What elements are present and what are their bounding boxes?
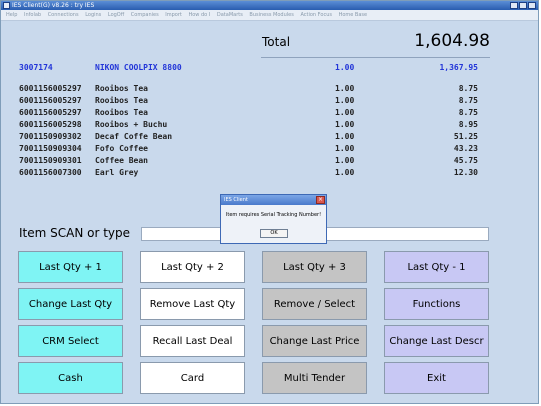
line-qty: 1.00: [335, 84, 355, 93]
line-amount: 1,367.95: [439, 63, 478, 72]
line-description: Rooibos Tea: [95, 84, 148, 93]
line-description: Coffee Bean: [95, 156, 148, 165]
line-description: NIKON COOLPIX 8800: [95, 63, 182, 72]
close-window-button[interactable]: [528, 2, 536, 9]
change-last-qty-button[interactable]: Change Last Qty: [18, 288, 123, 320]
minimize-button[interactable]: [510, 2, 518, 9]
line-qty: 1.00: [335, 120, 355, 129]
line-code: 7001150909302: [19, 132, 82, 141]
menu-item[interactable]: Connections: [48, 12, 79, 18]
line-code: 6001156005297: [19, 96, 82, 105]
menu-item[interactable]: Action Focus: [300, 12, 332, 18]
receipt-line[interactable]: 7001150909304 Fofo Coffee 1.00 43.23: [13, 144, 490, 155]
dialog-message: Item requires Serial Tracking Number!: [225, 212, 322, 218]
line-qty: 1.00: [335, 144, 355, 153]
dialog-title: IES Client: [224, 197, 248, 203]
line-amount: 8.75: [458, 96, 478, 105]
menu-item[interactable]: How do I: [188, 12, 210, 18]
receipt-line[interactable]: 7001150909301 Coffee Bean 1.00 45.75: [13, 156, 490, 167]
remove-last-qty-button[interactable]: Remove Last Qty: [140, 288, 245, 320]
line-code: 6001156005297: [19, 108, 82, 117]
receipt-line[interactable]: 6001156005297 Rooibos Tea 1.00 8.75: [13, 84, 490, 95]
remove-select-button[interactable]: Remove / Select: [262, 288, 367, 320]
change-last-price-button[interactable]: Change Last Price: [262, 325, 367, 357]
line-amount: 8.75: [458, 84, 478, 93]
line-qty: 1.00: [335, 96, 355, 105]
last-qty-plus-1-button[interactable]: Last Qty + 1: [18, 251, 123, 283]
last-qty-minus-1-button[interactable]: Last Qty - 1: [384, 251, 489, 283]
last-qty-plus-2-button[interactable]: Last Qty + 2: [140, 251, 245, 283]
receipt-panel: Total 1,604.98 3007174 NIKON COOLPIX 880…: [13, 26, 490, 186]
line-amount: 8.75: [458, 108, 478, 117]
line-amount: 51.25: [453, 132, 478, 141]
menu-item[interactable]: Companies: [131, 12, 159, 18]
line-description: Rooibos + Buchu: [95, 120, 168, 129]
menu-item[interactable]: Home Base: [339, 12, 368, 18]
line-code: 6001156005298: [19, 120, 82, 129]
line-code: 6001156005297: [19, 84, 82, 93]
card-button[interactable]: Card: [140, 362, 245, 394]
receipt-line[interactable]: 6001156007300 Earl Grey 1.00 12.30: [13, 168, 490, 179]
receipt-line-selected[interactable]: 3007174 NIKON COOLPIX 8800 1.00 1,367.95: [13, 63, 490, 74]
line-qty: 1.00: [335, 156, 355, 165]
app-window: IES Client(G) v8.26 : try IES Help Infol…: [0, 0, 539, 404]
line-description: Rooibos Tea: [95, 108, 148, 117]
change-last-descr-button[interactable]: Change Last Descr: [384, 325, 489, 357]
menu-item[interactable]: Import: [165, 12, 182, 18]
line-qty: 1.00: [335, 63, 355, 72]
line-description: Fofo Coffee: [95, 144, 148, 153]
title-bar: IES Client(G) v8.26 : try IES: [1, 1, 538, 10]
crm-select-button[interactable]: CRM Select: [18, 325, 123, 357]
receipt-line[interactable]: 6001156005298 Rooibos + Buchu 1.00 8.95: [13, 120, 490, 131]
exit-button[interactable]: Exit: [384, 362, 489, 394]
receipt-line[interactable]: 6001156005297 Rooibos Tea 1.00 8.75: [13, 108, 490, 119]
dialog-title-bar: IES Client: [221, 195, 326, 205]
menu-item[interactable]: Logins: [85, 12, 101, 18]
line-description: Earl Grey: [95, 168, 139, 177]
dialog-close-button[interactable]: ×: [316, 196, 325, 204]
menu-item[interactable]: LogOff: [108, 12, 124, 18]
dialog-ok-button[interactable]: OK: [260, 229, 288, 238]
app-icon: [3, 2, 10, 9]
menu-bar: Help Infolab Connections Logins LogOff C…: [1, 10, 538, 21]
last-qty-plus-3-button[interactable]: Last Qty + 3: [262, 251, 367, 283]
line-code: 6001156007300: [19, 168, 82, 177]
line-description: Decaf Coffe Bean: [95, 132, 173, 141]
serial-tracking-dialog: IES Client × Item requires Serial Tracki…: [220, 194, 327, 244]
menu-item[interactable]: Business Modules: [249, 12, 293, 18]
window-title: IES Client(G) v8.26 : try IES: [12, 2, 95, 9]
line-amount: 43.23: [453, 144, 478, 153]
line-amount: 8.95: [458, 120, 478, 129]
receipt-line[interactable]: 6001156005297 Rooibos Tea 1.00 8.75: [13, 96, 490, 107]
line-code: 3007174: [19, 63, 53, 72]
line-qty: 1.00: [335, 168, 355, 177]
line-code: 7001150909304: [19, 144, 82, 153]
line-amount: 45.75: [453, 156, 478, 165]
multi-tender-button[interactable]: Multi Tender: [262, 362, 367, 394]
recall-last-deal-button[interactable]: Recall Last Deal: [140, 325, 245, 357]
line-code: 7001150909301: [19, 156, 82, 165]
total-divider: [261, 57, 490, 58]
total-value: 1,604.98: [414, 31, 490, 51]
functions-button[interactable]: Functions: [384, 288, 489, 320]
menu-item[interactable]: DataMarts: [217, 12, 243, 18]
line-amount: 12.30: [453, 168, 478, 177]
scan-label: Item SCAN or type: [19, 226, 131, 240]
menu-item[interactable]: Infolab: [24, 12, 41, 18]
line-qty: 1.00: [335, 132, 355, 141]
cash-button[interactable]: Cash: [18, 362, 123, 394]
menu-item[interactable]: Help: [6, 12, 17, 18]
line-qty: 1.00: [335, 108, 355, 117]
receipt-line[interactable]: 7001150909302 Decaf Coffe Bean 1.00 51.2…: [13, 132, 490, 143]
maximize-button[interactable]: [519, 2, 527, 9]
total-label: Total: [262, 35, 291, 49]
line-description: Rooibos Tea: [95, 96, 148, 105]
